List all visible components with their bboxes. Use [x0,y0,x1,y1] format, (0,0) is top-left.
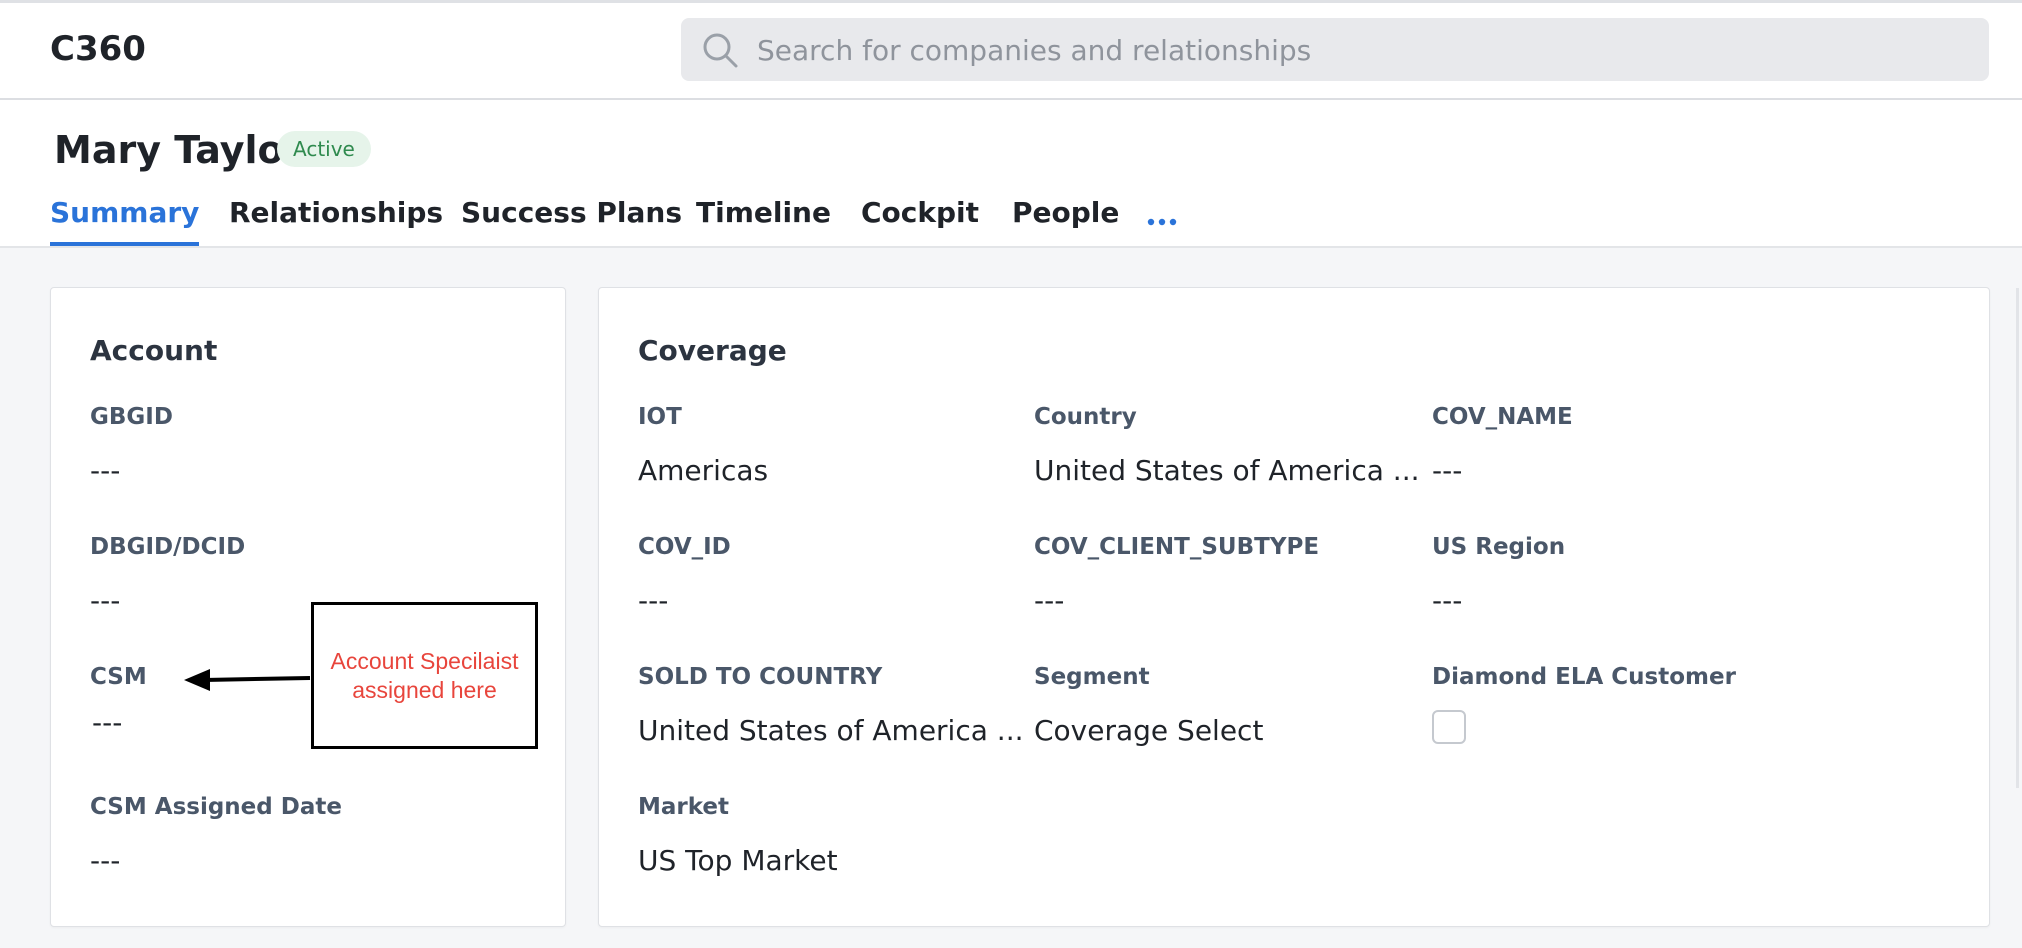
person-name: Mary Taylor [54,128,303,172]
coverage-card [598,287,1990,927]
segment-label: Segment [1034,664,1150,690]
dbgid-label: DBGID/DCID [90,534,246,560]
country-value: United States of America ... [1034,454,1420,487]
segment-value: Coverage Select [1034,714,1264,747]
annotation-line-1: Account Specilaist [330,647,519,674]
coverage-card-title: Coverage [638,334,787,367]
cov-id-label: COV_ID [638,534,731,560]
profile-header: Mary Taylor Active Summary Relationships… [0,100,2022,248]
market-value: US Top Market [638,844,838,877]
iot-label: IOT [638,404,682,430]
iot-value: Americas [638,454,769,487]
status-badge: Active [277,131,371,167]
app-header: C360 [0,3,2022,100]
search-icon [703,33,738,68]
sold-to-country-value: United States of America ... [638,714,1024,747]
tab-cockpit[interactable]: Cockpit [861,196,979,229]
gbgid-label: GBGID [90,404,173,430]
annotation-line-2: assigned here [352,676,497,703]
market-label: Market [638,794,730,820]
us-region-value: --- [1432,584,1463,617]
csm-label: CSM [90,664,147,690]
app-title[interactable]: C360 [50,29,146,69]
csm-assigned-date-value: --- [90,844,121,877]
gbgid-value: --- [90,454,121,487]
cov-id-value: --- [638,584,669,617]
csm-value: --- [92,706,123,739]
cov-client-subtype-label: COV_CLIENT_SUBTYPE [1034,534,1320,560]
annotation-arrow-icon [184,669,311,691]
ellipsis-icon[interactable] [1147,218,1177,226]
cov-name-label: COV_NAME [1432,404,1573,430]
diamond-ela-checkbox[interactable] [1432,710,1466,744]
tab-relationships[interactable]: Relationships [229,196,443,229]
annotation-callout: Account Specilaist assigned here [311,602,538,749]
tab-timeline[interactable]: Timeline [696,196,831,229]
diamond-ela-label: Diamond ELA Customer [1432,664,1736,690]
cov-client-subtype-value: --- [1034,584,1065,617]
tab-summary[interactable]: Summary [50,196,200,246]
us-region-label: US Region [1432,534,1566,560]
annotation-text: Account Specilaist assigned here [331,647,519,705]
csm-assigned-date-label: CSM Assigned Date [90,794,342,820]
adjacent-card-edge [2016,288,2019,788]
sold-to-country-label: SOLD TO COUNTRY [638,664,883,690]
account-card-title: Account [90,334,218,367]
search-input[interactable] [755,26,1959,74]
country-label: Country [1034,404,1137,430]
tab-success-plans[interactable]: Success Plans [461,196,682,229]
search-bar[interactable] [681,18,1989,81]
dbgid-value: --- [90,584,121,617]
cov-name-value: --- [1432,454,1463,487]
tab-people[interactable]: People [1012,196,1119,229]
